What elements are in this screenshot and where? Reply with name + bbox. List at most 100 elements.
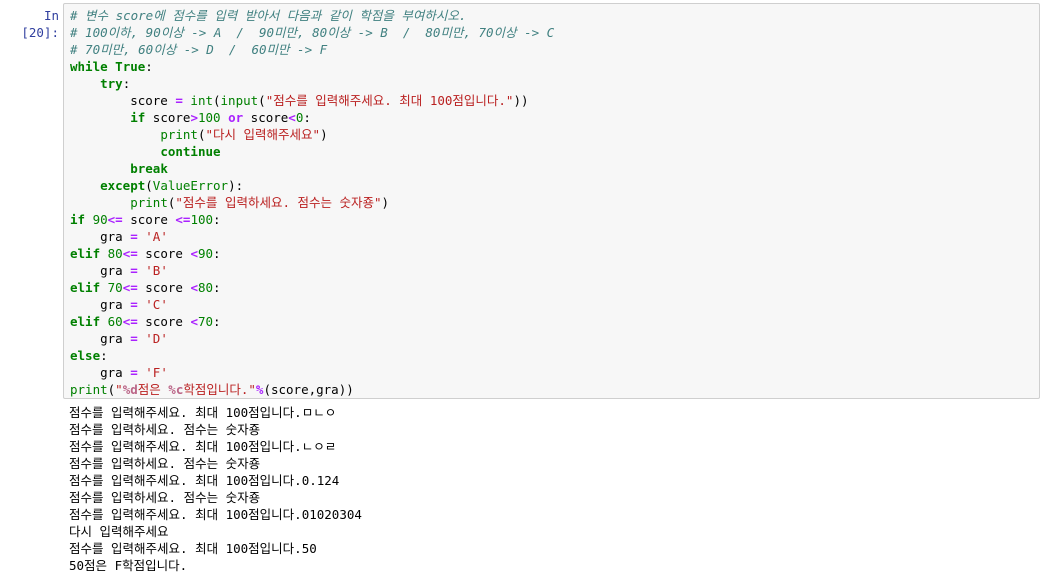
code-line: elif 60<= score <70:: [70, 313, 554, 330]
code-token: score: [137, 314, 191, 329]
code-line: else:: [70, 347, 554, 364]
code-token: int: [190, 93, 213, 108]
code-token: ": [115, 382, 123, 397]
code-token: else: [70, 348, 101, 363]
code-token: try: [100, 76, 123, 91]
code-token: 'B': [145, 263, 168, 278]
code-token: score: [122, 212, 176, 227]
code-token: (: [258, 93, 266, 108]
code-token: 점은: [137, 382, 169, 397]
code-line: elif 80<= score <90:: [70, 245, 554, 262]
code-token: <: [190, 280, 198, 295]
code-token: :: [122, 76, 131, 91]
code-token: ): [320, 127, 328, 142]
code-token: or: [228, 110, 244, 125]
code-token: except: [100, 178, 146, 193]
code-token: :: [213, 246, 221, 261]
code-token: (score,gra)): [263, 382, 354, 397]
code-line: try:: [70, 75, 554, 92]
code-token: gra: [70, 331, 131, 346]
code-token: =: [130, 297, 138, 312]
code-line: break: [70, 160, 554, 177]
code-token: >: [190, 110, 198, 125]
code-token: (: [213, 93, 221, 108]
output-line: 점수를 입력하세요. 점수는 숫자죵: [69, 456, 261, 471]
code-token: elif: [70, 314, 101, 329]
code-token: <=: [107, 212, 123, 227]
code-token: %c: [168, 382, 184, 397]
output-line: 다시 입력해주세요: [69, 524, 169, 539]
code-token: score: [137, 246, 191, 261]
code-token: score: [243, 110, 289, 125]
code-token: if: [130, 110, 146, 125]
code-line: if 90<= score <=100:: [70, 211, 554, 228]
code-block[interactable]: # 변수 score에 점수를 입력 받아서 다음과 같이 학점을 부여하시오.…: [70, 7, 554, 398]
code-token: (: [145, 178, 153, 193]
code-line: gra = 'D': [70, 330, 554, 347]
code-token: :: [213, 212, 221, 227]
code-token: =: [130, 229, 138, 244]
code-token: while: [70, 59, 108, 74]
code-token: :: [213, 280, 221, 295]
code-token: ):: [228, 178, 244, 193]
output-line: 50점은 F학점입니다.: [69, 558, 188, 573]
code-token: 100: [197, 110, 221, 125]
code-token: 80: [197, 280, 214, 295]
notebook-code-cell: In [20]: # 변수 score에 점수를 입력 받아서 다음과 같이 학…: [0, 0, 1047, 580]
code-line: print("%d점은 %c학점입니다."%(score,gra)): [70, 381, 554, 398]
code-token: gra: [70, 229, 131, 244]
cell-output: 점수를 입력해주세요. 최대 100점입니다.ㅁㄴㅇ 점수를 입력하세요. 점수는…: [63, 404, 1040, 574]
code-token: print: [130, 195, 168, 210]
code-token: 100: [190, 212, 214, 227]
code-token: elif: [70, 280, 101, 295]
code-token: 'A': [145, 229, 168, 244]
code-token: )): [513, 93, 529, 108]
code-token: gra: [70, 365, 131, 380]
code-token: gra: [70, 297, 131, 312]
code-token: # 100이하, 90이상 -> A / 90미만, 80이상 -> B / 8…: [70, 25, 555, 40]
code-line: # 변수 score에 점수를 입력 받아서 다음과 같이 학점을 부여하시오.: [70, 7, 554, 24]
code-token: =: [130, 263, 138, 278]
code-line: except(ValueError):: [70, 177, 554, 194]
code-token: input: [220, 93, 259, 108]
code-token: <=: [122, 280, 138, 295]
code-token: <: [190, 246, 198, 261]
code-token: :: [303, 110, 311, 125]
code-token: continue: [160, 144, 221, 159]
output-line: 점수를 입력하세요. 점수는 숫자죵: [69, 422, 261, 437]
output-line: 점수를 입력하세요. 점수는 숫자죵: [69, 490, 261, 505]
code-line: score = int(input("점수를 입력해주세요. 최대 100점입니…: [70, 92, 554, 109]
code-token: 70: [107, 280, 123, 295]
code-token: 70: [197, 314, 214, 329]
code-token: ): [381, 195, 390, 210]
input-prompt: In [20]:: [21, 8, 59, 40]
code-line: # 70미만, 60이상 -> D / 60미만 -> F: [70, 41, 554, 58]
code-token: if: [70, 212, 86, 227]
code-token: <=: [122, 314, 138, 329]
code-token: "점수를 입력하세요. 점수는 숫자죵": [175, 195, 382, 210]
code-token: score: [137, 280, 191, 295]
code-editor[interactable]: # 변수 score에 점수를 입력 받아서 다음과 같이 학점을 부여하시오.…: [63, 3, 1040, 399]
code-token: :: [213, 314, 221, 329]
output-line: 점수를 입력해주세요. 최대 100점입니다.50: [69, 541, 317, 556]
code-token: 60: [107, 314, 123, 329]
code-token: print: [70, 382, 108, 397]
code-token: 'D': [145, 331, 168, 346]
code-line: if score>100 or score<0:: [70, 109, 554, 126]
code-token: elif: [70, 246, 101, 261]
output-line: 점수를 입력해주세요. 최대 100점입니다.ㅁㄴㅇ: [69, 405, 337, 420]
output-line: 점수를 입력해주세요. 최대 100점입니다.0.124: [69, 473, 340, 488]
code-token: score: [70, 93, 176, 108]
output-line: 점수를 입력해주세요. 최대 100점입니다.ㄴㅇㄹ: [69, 439, 337, 454]
code-token: # 70미만, 60이상 -> D / 60미만 -> F: [70, 42, 328, 57]
code-line: elif 70<= score <80:: [70, 279, 554, 296]
